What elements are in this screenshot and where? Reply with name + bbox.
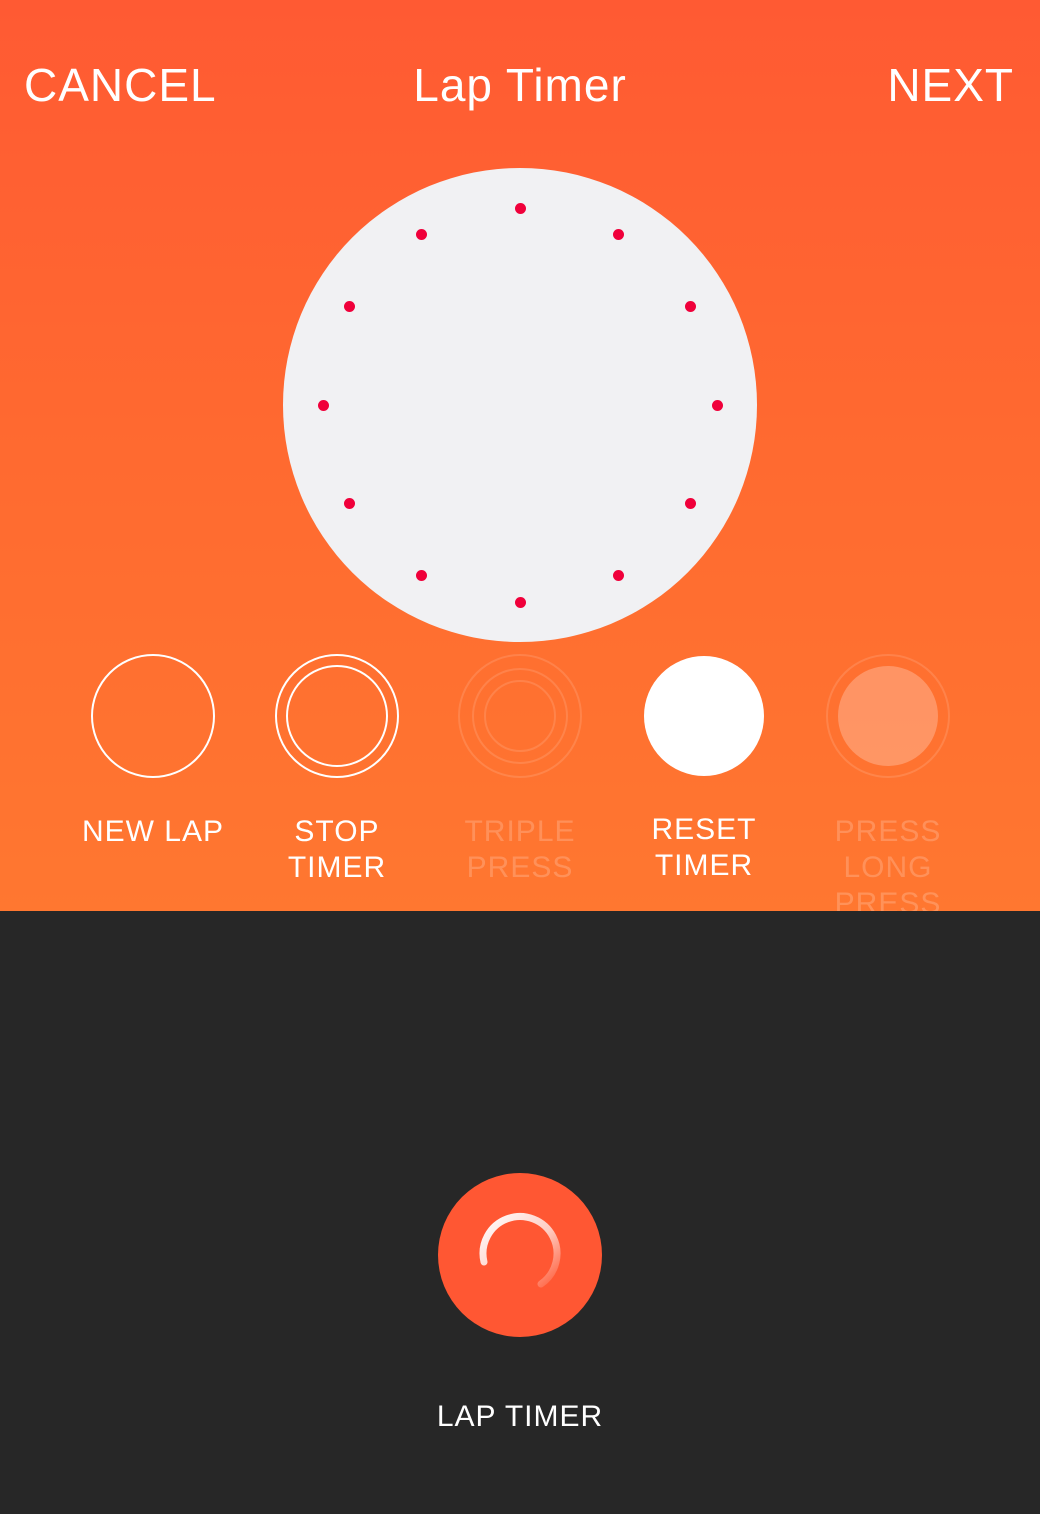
bottom-panel: LAP TIMER bbox=[0, 911, 1040, 1514]
gesture-label: PRESS LONG PRESS bbox=[796, 814, 980, 911]
gesture-reset-timer[interactable]: RESET TIMER bbox=[612, 654, 796, 884]
gesture-label: STOP TIMER bbox=[245, 814, 429, 886]
lap-timer-app-button[interactable] bbox=[438, 1173, 602, 1337]
lap-timer-spinner-icon bbox=[479, 1213, 561, 1288]
gesture-press-long-press: PRESS LONG PRESS bbox=[796, 654, 980, 911]
gesture-label-line: NEW LAP bbox=[81, 815, 225, 848]
gesture-label-line: RESET bbox=[651, 813, 757, 846]
gesture-label-line: TIMER bbox=[654, 849, 754, 882]
led-dot bbox=[711, 399, 723, 411]
inner-ring bbox=[286, 665, 388, 767]
gesture-label-line: LONG bbox=[843, 851, 933, 884]
led-dot bbox=[613, 228, 624, 240]
gesture-label: NEW LAP bbox=[61, 814, 245, 850]
next-button[interactable]: NEXT bbox=[887, 58, 1014, 112]
led-dot bbox=[685, 498, 697, 509]
led-dot bbox=[613, 570, 624, 582]
led-dot bbox=[416, 228, 427, 240]
gesture-new-lap[interactable]: NEW LAP bbox=[61, 654, 245, 850]
gesture-label-line: TRIPLE bbox=[464, 815, 576, 848]
gesture-label-line: STOP bbox=[294, 815, 380, 848]
gesture-label-line: PRESS bbox=[834, 887, 942, 911]
hold-press-icon bbox=[644, 656, 764, 776]
top-panel: CANCEL Lap Timer NEXT NEW LAP STOP TIMER… bbox=[0, 0, 1040, 911]
led-dot bbox=[514, 596, 526, 608]
device-dial bbox=[283, 168, 757, 642]
led-dot bbox=[685, 301, 697, 312]
page-title: Lap Timer bbox=[413, 59, 627, 111]
triple-press-icon bbox=[458, 654, 582, 778]
gesture-stop-timer[interactable]: STOP TIMER bbox=[245, 654, 429, 886]
gesture-label-line: PRESS bbox=[834, 815, 942, 848]
gesture-label-line: PRESS bbox=[466, 851, 574, 884]
double-press-icon bbox=[275, 654, 399, 778]
led-dot bbox=[317, 399, 329, 411]
led-dot bbox=[343, 498, 355, 509]
gesture-label-line: TIMER bbox=[287, 851, 387, 884]
led-dot bbox=[343, 301, 355, 312]
app-label: LAP TIMER bbox=[436, 1400, 604, 1433]
led-dot bbox=[514, 202, 526, 214]
gesture-triple-press: TRIPLE PRESS bbox=[428, 654, 612, 886]
inner-ring bbox=[484, 680, 556, 752]
single-press-icon bbox=[91, 654, 215, 778]
led-dot bbox=[416, 570, 427, 582]
gesture-label: TRIPLE PRESS bbox=[428, 814, 612, 886]
press-long-press-icon bbox=[826, 654, 950, 778]
filled-inner-circle bbox=[838, 666, 938, 766]
gesture-label: RESET TIMER bbox=[612, 812, 796, 884]
